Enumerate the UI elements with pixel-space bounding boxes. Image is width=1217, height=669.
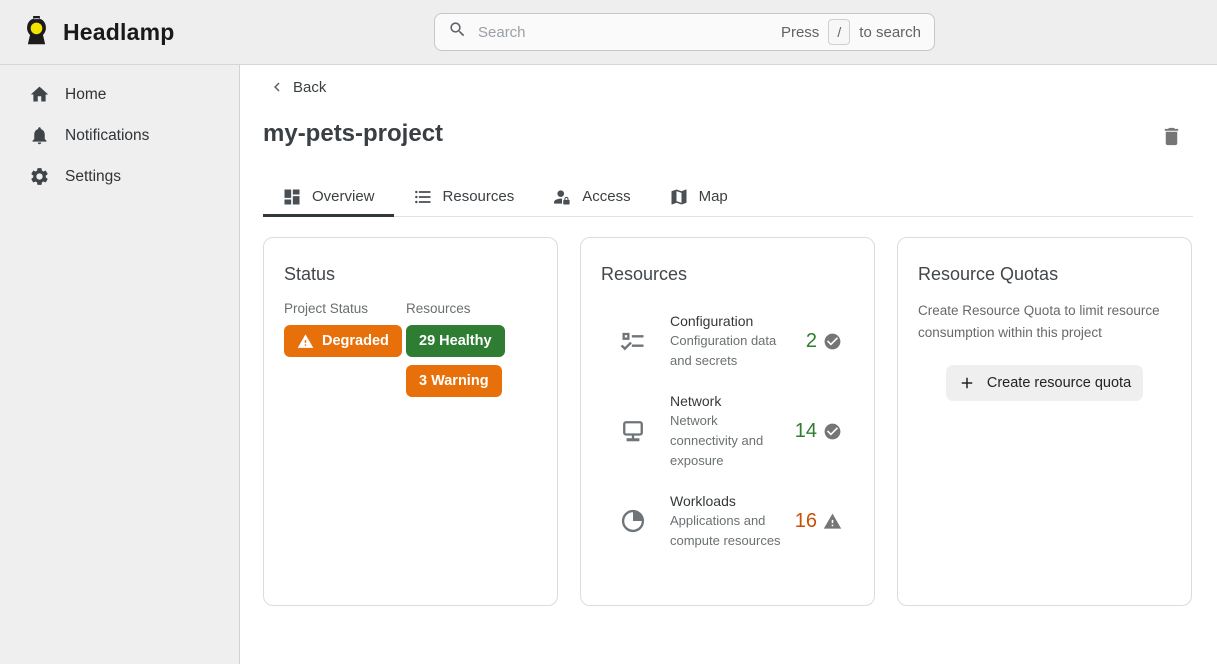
resource-quotas-card: Resource Quotas Create Resource Quota to… (897, 237, 1192, 606)
hint-suffix: to search (859, 24, 921, 41)
home-icon (29, 84, 50, 105)
dashboard-icon (282, 187, 302, 207)
back-button[interactable]: Back (268, 72, 326, 102)
resource-row-title: Configuration (670, 311, 788, 331)
resource-quotas-description: Create Resource Quota to limit resource … (918, 300, 1172, 344)
list-icon (413, 187, 433, 207)
resources-status-label: Resources (406, 301, 505, 316)
search-icon (448, 20, 467, 44)
checklist-icon (619, 327, 647, 355)
gear-icon (29, 166, 50, 187)
person-lock-icon (552, 187, 572, 207)
map-icon (669, 187, 689, 207)
sidebar-item-label: Notifications (65, 127, 149, 145)
resource-row-network[interactable]: Network Network connectivity and exposur… (601, 391, 854, 471)
hint-prefix: Press (781, 24, 819, 41)
warning-triangle-icon (297, 333, 314, 350)
tab-bar: Overview Resources Access Map (263, 177, 1193, 217)
page-title: my-pets-project (263, 120, 443, 148)
plus-icon (958, 374, 976, 392)
resource-quotas-card-title: Resource Quotas (918, 264, 1171, 285)
headlamp-logo-icon (21, 15, 52, 49)
tab-label: Overview (312, 188, 375, 205)
cards-row: Status Project Status Degraded Resources (263, 237, 1192, 606)
app-logo: Headlamp (21, 15, 175, 49)
slash-key-badge: / (828, 19, 850, 45)
check-circle-icon (823, 332, 842, 351)
badge-label: 3 Warning (419, 373, 489, 389)
create-resource-quota-button[interactable]: Create resource quota (946, 365, 1143, 401)
tab-label: Map (699, 188, 728, 205)
status-card-title: Status (284, 264, 537, 285)
warning-triangle-icon (823, 512, 842, 531)
bell-icon (29, 125, 50, 146)
chevron-left-icon (268, 78, 286, 96)
sidebar: Home Notifications Settings (0, 65, 240, 664)
trash-icon (1160, 125, 1183, 148)
resource-row-description: Applications and compute resources (670, 511, 788, 551)
main-content: Back my-pets-project Overview Resources (240, 65, 1217, 669)
search-shortcut-hint: Press / to search (781, 19, 921, 45)
search-input[interactable] (478, 24, 781, 41)
resource-row-title: Network (670, 391, 788, 411)
sidebar-item-notifications[interactable]: Notifications (0, 115, 239, 156)
tab-label: Resources (443, 188, 515, 205)
tab-overview[interactable]: Overview (263, 177, 394, 216)
button-label: Create resource quota (987, 375, 1131, 391)
tab-label: Access (582, 188, 630, 205)
resources-card: Resources Configuration Configuration da… (580, 237, 875, 606)
resource-count: 14 (795, 420, 817, 443)
tab-resources[interactable]: Resources (394, 177, 534, 216)
resource-count: 16 (795, 510, 817, 533)
resource-count: 2 (806, 330, 817, 353)
resource-row-configuration[interactable]: Configuration Configuration data and sec… (601, 311, 854, 371)
tab-access[interactable]: Access (533, 177, 649, 216)
top-bar: Headlamp Press / to search (0, 0, 1217, 65)
back-label: Back (293, 79, 326, 96)
sidebar-item-label: Settings (65, 168, 121, 186)
app-name: Headlamp (63, 19, 175, 46)
sidebar-item-label: Home (65, 86, 106, 104)
search-bar[interactable]: Press / to search (434, 13, 935, 51)
sidebar-item-home[interactable]: Home (0, 74, 239, 115)
badge-label: Degraded (322, 333, 389, 349)
warning-count-badge: 3 Warning (406, 365, 502, 397)
pie-chart-icon (619, 507, 647, 535)
badge-label: 29 Healthy (419, 333, 492, 349)
delete-project-button[interactable] (1158, 123, 1184, 149)
status-card: Status Project Status Degraded Resources (263, 237, 558, 606)
resource-row-description: Network connectivity and exposure (670, 411, 788, 471)
resource-row-title: Workloads (670, 491, 788, 511)
degraded-status-badge: Degraded (284, 325, 402, 357)
resource-row-description: Configuration data and secrets (670, 331, 788, 371)
resource-row-workloads[interactable]: Workloads Applications and compute resou… (601, 491, 854, 551)
project-status-label: Project Status (284, 301, 406, 316)
network-icon (619, 417, 647, 445)
sidebar-item-settings[interactable]: Settings (0, 156, 239, 197)
check-circle-icon (823, 422, 842, 441)
tab-map[interactable]: Map (650, 177, 747, 216)
resources-card-title: Resources (601, 264, 854, 285)
healthy-count-badge: 29 Healthy (406, 325, 505, 357)
